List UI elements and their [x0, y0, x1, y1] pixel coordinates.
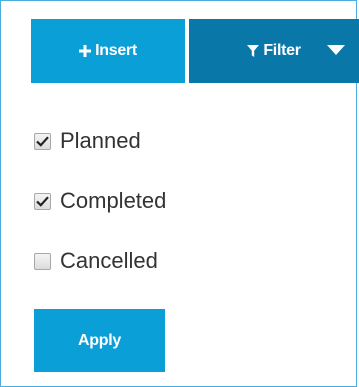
filter-panel: Insert Filter Planned Completed Cancelle…	[0, 0, 359, 387]
insert-button-label: Insert	[95, 42, 137, 59]
option-label: Completed	[60, 188, 167, 213]
completed-checkbox[interactable]	[34, 192, 51, 210]
apply-button-label: Apply	[78, 331, 121, 349]
check-icon	[36, 195, 49, 207]
toolbar: Insert Filter	[31, 19, 359, 83]
option-label: Cancelled	[60, 248, 158, 273]
option-planned[interactable]: Planned	[34, 128, 166, 153]
funnel-icon	[247, 45, 260, 57]
filter-button-label: Filter	[263, 42, 301, 59]
insert-button[interactable]: Insert	[31, 19, 185, 83]
apply-button[interactable]: Apply	[34, 309, 165, 372]
planned-checkbox[interactable]	[34, 132, 51, 150]
option-label: Planned	[60, 128, 141, 153]
plus-icon	[79, 45, 92, 57]
cancelled-checkbox[interactable]	[34, 252, 51, 270]
caret-down-icon[interactable]	[327, 45, 345, 55]
check-icon	[36, 135, 49, 147]
option-completed[interactable]: Completed	[34, 188, 167, 213]
option-cancelled[interactable]: Cancelled	[34, 248, 166, 273]
filter-button[interactable]: Filter	[189, 19, 359, 83]
filter-options: Planned Completed Cancelled	[34, 128, 167, 309]
